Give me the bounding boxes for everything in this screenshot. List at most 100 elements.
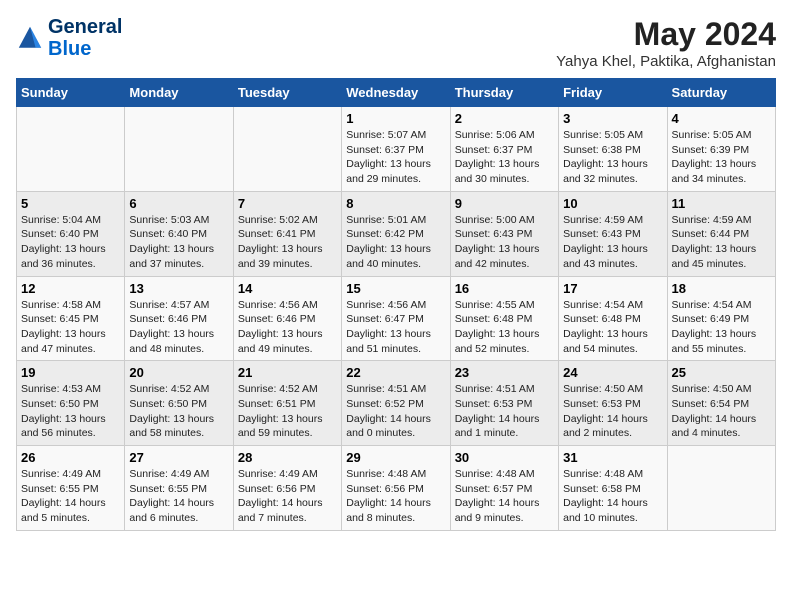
calendar-cell: 25 Sunrise: 4:50 AM Sunset: 6:54 PM Dayli… bbox=[667, 361, 775, 446]
day-number: 13 bbox=[129, 281, 228, 296]
calendar-cell: 20Sunrise: 4:52 AM Sunset: 6:50 PM Dayli… bbox=[125, 361, 233, 446]
calendar-cell: 6Sunrise: 5:03 AM Sunset: 6:40 PM Daylig… bbox=[125, 191, 233, 276]
calendar-week-row: 5 Sunrise: 5:04 AM Sunset: 6:40 PM Daylig… bbox=[17, 191, 776, 276]
calendar-week-row: 12 Sunrise: 4:58 AM Sunset: 6:45 PM Dayli… bbox=[17, 276, 776, 361]
calendar-cell: 26 Sunrise: 4:49 AM Sunset: 6:55 PM Dayli… bbox=[17, 446, 125, 531]
day-number: 15 bbox=[346, 281, 445, 296]
day-content: Sunrise: 5:06 AM Sunset: 6:37 PM Dayligh… bbox=[455, 128, 554, 187]
calendar-cell: 27 Sunrise: 4:49 AM Sunset: 6:55 PM Dayli… bbox=[125, 446, 233, 531]
day-content: Sunrise: 4:51 AM Sunset: 6:53 PM Dayligh… bbox=[455, 382, 554, 441]
calendar-cell bbox=[667, 446, 775, 531]
day-content: Sunrise: 4:55 AM Sunset: 6:48 PM Dayligh… bbox=[455, 298, 554, 357]
calendar-cell: 13 Sunrise: 4:57 AM Sunset: 6:46 PM Dayli… bbox=[125, 276, 233, 361]
day-number: 6 bbox=[129, 196, 228, 211]
day-content: Sunrise: 5:05 AM Sunset: 6:39 PM Dayligh… bbox=[672, 128, 771, 187]
calendar-cell bbox=[125, 107, 233, 192]
day-content: Sunrise: 4:58 AM Sunset: 6:45 PM Dayligh… bbox=[21, 298, 120, 357]
day-number: 12 bbox=[21, 281, 120, 296]
day-content: Sunrise: 4:48 AM Sunset: 6:56 PM Dayligh… bbox=[346, 467, 445, 526]
calendar-cell: 3 Sunrise: 5:05 AM Sunset: 6:38 PM Daylig… bbox=[559, 107, 667, 192]
logo-icon bbox=[16, 24, 44, 52]
day-content: Sunrise: 4:59 AM Sunset: 6:43 PM Dayligh… bbox=[563, 213, 662, 272]
day-number: 22 bbox=[346, 365, 445, 380]
day-content: Sunrise: 4:56 AM Sunset: 6:46 PM Dayligh… bbox=[238, 298, 337, 357]
calendar-body: 1 Sunrise: 5:07 AM Sunset: 6:37 PM Daylig… bbox=[17, 107, 776, 531]
calendar-cell: 7 Sunrise: 5:02 AM Sunset: 6:41 PM Daylig… bbox=[233, 191, 341, 276]
day-content: Sunrise: 4:57 AM Sunset: 6:46 PM Dayligh… bbox=[129, 298, 228, 357]
logo: General Blue bbox=[16, 16, 122, 60]
day-number: 29 bbox=[346, 450, 445, 465]
calendar-cell: 10 Sunrise: 4:59 AM Sunset: 6:43 PM Dayli… bbox=[559, 191, 667, 276]
day-number: 19 bbox=[21, 365, 120, 380]
day-number: 1 bbox=[346, 111, 445, 126]
calendar-cell: 2 Sunrise: 5:06 AM Sunset: 6:37 PM Daylig… bbox=[450, 107, 558, 192]
day-content: Sunrise: 4:50 AM Sunset: 6:53 PM Dayligh… bbox=[563, 382, 662, 441]
day-number: 8 bbox=[346, 196, 445, 211]
day-number: 26 bbox=[21, 450, 120, 465]
day-number: 27 bbox=[129, 450, 228, 465]
day-header: Friday bbox=[559, 79, 667, 107]
calendar-cell: 17 Sunrise: 4:54 AM Sunset: 6:48 PM Dayli… bbox=[559, 276, 667, 361]
calendar-cell: 9 Sunrise: 5:00 AM Sunset: 6:43 PM Daylig… bbox=[450, 191, 558, 276]
day-content: Sunrise: 5:07 AM Sunset: 6:37 PM Dayligh… bbox=[346, 128, 445, 187]
calendar-cell: 29 Sunrise: 4:48 AM Sunset: 6:56 PM Dayli… bbox=[342, 446, 450, 531]
day-content: Sunrise: 5:00 AM Sunset: 6:43 PM Dayligh… bbox=[455, 213, 554, 272]
day-content: Sunrise: 5:02 AM Sunset: 6:41 PM Dayligh… bbox=[238, 213, 337, 272]
day-content: Sunrise: 4:51 AM Sunset: 6:52 PM Dayligh… bbox=[346, 382, 445, 441]
calendar-cell: 14 Sunrise: 4:56 AM Sunset: 6:46 PM Dayli… bbox=[233, 276, 341, 361]
calendar-cell: 16Sunrise: 4:55 AM Sunset: 6:48 PM Dayli… bbox=[450, 276, 558, 361]
day-number: 9 bbox=[455, 196, 554, 211]
calendar-cell: 21Sunrise: 4:52 AM Sunset: 6:51 PM Dayli… bbox=[233, 361, 341, 446]
calendar-cell: 24 Sunrise: 4:50 AM Sunset: 6:53 PM Dayli… bbox=[559, 361, 667, 446]
calendar-cell: 18 Sunrise: 4:54 AM Sunset: 6:49 PM Dayli… bbox=[667, 276, 775, 361]
calendar-cell: 15 Sunrise: 4:56 AM Sunset: 6:47 PM Dayli… bbox=[342, 276, 450, 361]
calendar-week-row: 1 Sunrise: 5:07 AM Sunset: 6:37 PM Daylig… bbox=[17, 107, 776, 192]
day-number: 7 bbox=[238, 196, 337, 211]
day-number: 30 bbox=[455, 450, 554, 465]
day-content: Sunrise: 4:54 AM Sunset: 6:49 PM Dayligh… bbox=[672, 298, 771, 357]
day-content: Sunrise: 4:54 AM Sunset: 6:48 PM Dayligh… bbox=[563, 298, 662, 357]
day-header: Saturday bbox=[667, 79, 775, 107]
calendar-cell: 11 Sunrise: 4:59 AM Sunset: 6:44 PM Dayli… bbox=[667, 191, 775, 276]
day-number: 21 bbox=[238, 365, 337, 380]
subtitle: Yahya Khel, Paktika, Afghanistan bbox=[556, 53, 776, 70]
day-header: Monday bbox=[125, 79, 233, 107]
calendar-cell: 1 Sunrise: 5:07 AM Sunset: 6:37 PM Daylig… bbox=[342, 107, 450, 192]
day-number: 24 bbox=[563, 365, 662, 380]
day-content: Sunrise: 4:49 AM Sunset: 6:55 PM Dayligh… bbox=[21, 467, 120, 526]
day-content: Sunrise: 4:50 AM Sunset: 6:54 PM Dayligh… bbox=[672, 382, 771, 441]
logo-text: General Blue bbox=[48, 16, 122, 60]
calendar-cell: 4 Sunrise: 5:05 AM Sunset: 6:39 PM Daylig… bbox=[667, 107, 775, 192]
day-number: 17 bbox=[563, 281, 662, 296]
calendar-cell: 30Sunrise: 4:48 AM Sunset: 6:57 PM Dayli… bbox=[450, 446, 558, 531]
day-number: 5 bbox=[21, 196, 120, 211]
day-number: 4 bbox=[672, 111, 771, 126]
day-content: Sunrise: 4:59 AM Sunset: 6:44 PM Dayligh… bbox=[672, 213, 771, 272]
day-content: Sunrise: 5:04 AM Sunset: 6:40 PM Dayligh… bbox=[21, 213, 120, 272]
day-content: Sunrise: 5:01 AM Sunset: 6:42 PM Dayligh… bbox=[346, 213, 445, 272]
day-content: Sunrise: 4:49 AM Sunset: 6:55 PM Dayligh… bbox=[129, 467, 228, 526]
calendar-header-row: SundayMondayTuesdayWednesdayThursdayFrid… bbox=[17, 79, 776, 107]
day-number: 18 bbox=[672, 281, 771, 296]
day-number: 25 bbox=[672, 365, 771, 380]
day-header: Sunday bbox=[17, 79, 125, 107]
day-number: 11 bbox=[672, 196, 771, 211]
day-content: Sunrise: 4:56 AM Sunset: 6:47 PM Dayligh… bbox=[346, 298, 445, 357]
calendar-cell: 28Sunrise: 4:49 AM Sunset: 6:56 PM Dayli… bbox=[233, 446, 341, 531]
day-number: 14 bbox=[238, 281, 337, 296]
day-number: 10 bbox=[563, 196, 662, 211]
calendar-week-row: 19 Sunrise: 4:53 AM Sunset: 6:50 PM Dayli… bbox=[17, 361, 776, 446]
calendar-week-row: 26 Sunrise: 4:49 AM Sunset: 6:55 PM Dayli… bbox=[17, 446, 776, 531]
calendar-cell bbox=[233, 107, 341, 192]
calendar-cell: 31Sunrise: 4:48 AM Sunset: 6:58 PM Dayli… bbox=[559, 446, 667, 531]
day-header: Wednesday bbox=[342, 79, 450, 107]
title-block: May 2024 Yahya Khel, Paktika, Afghanista… bbox=[556, 16, 776, 70]
calendar-table: SundayMondayTuesdayWednesdayThursdayFrid… bbox=[16, 78, 776, 531]
day-content: Sunrise: 4:53 AM Sunset: 6:50 PM Dayligh… bbox=[21, 382, 120, 441]
main-title: May 2024 bbox=[556, 16, 776, 53]
day-number: 2 bbox=[455, 111, 554, 126]
day-content: Sunrise: 4:52 AM Sunset: 6:50 PM Dayligh… bbox=[129, 382, 228, 441]
day-content: Sunrise: 5:05 AM Sunset: 6:38 PM Dayligh… bbox=[563, 128, 662, 187]
calendar-cell: 23Sunrise: 4:51 AM Sunset: 6:53 PM Dayli… bbox=[450, 361, 558, 446]
day-number: 3 bbox=[563, 111, 662, 126]
